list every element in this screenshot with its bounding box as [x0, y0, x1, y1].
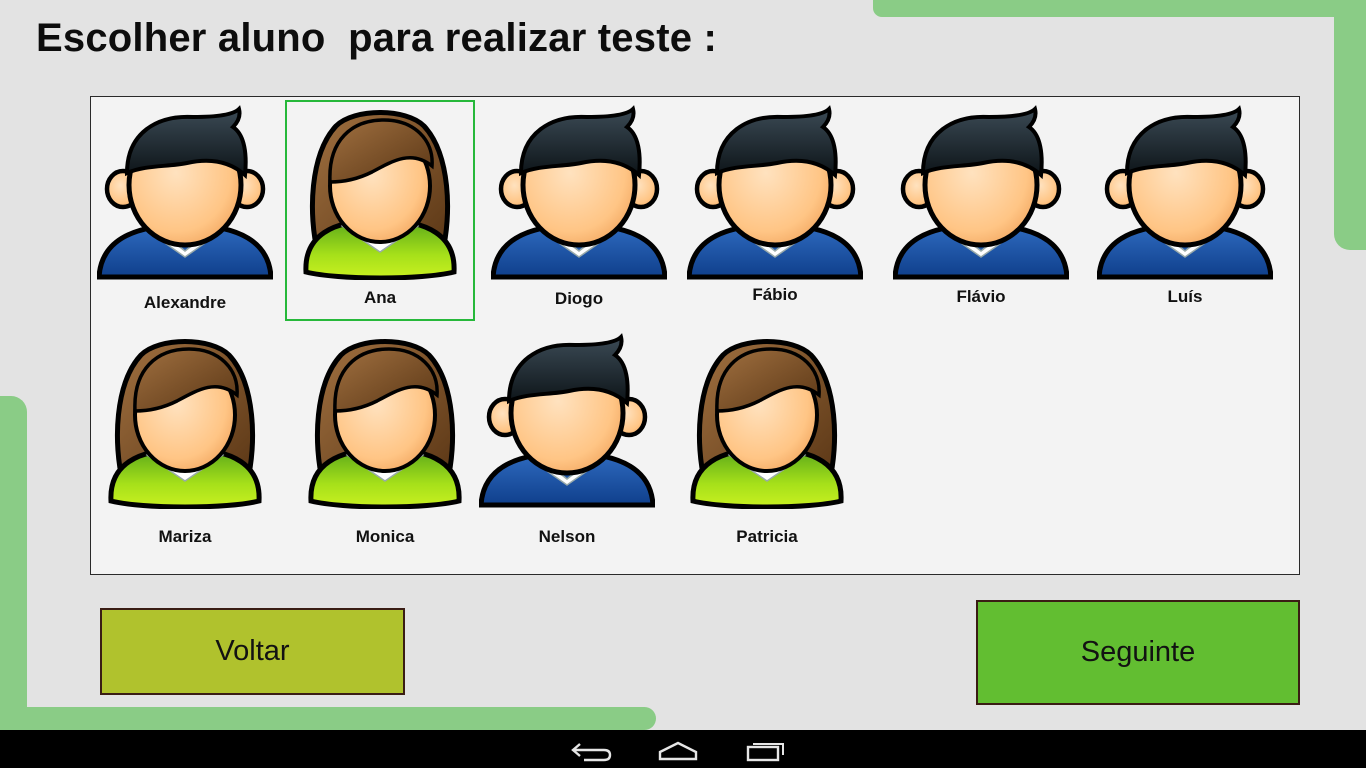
student-name: Fábio [752, 285, 798, 304]
frame-accent-left [0, 396, 27, 730]
page-title: Escolher aluno para realizar teste : [36, 16, 717, 60]
girl-avatar-icon [689, 333, 845, 509]
back-icon[interactable] [570, 740, 614, 762]
student-name: Mariza [158, 527, 212, 546]
student-name: Monica [355, 527, 415, 546]
student-card-nelson[interactable]: Nelson [477, 333, 657, 555]
girl-avatar-icon [307, 333, 463, 509]
student-name: Ana [363, 288, 397, 307]
student-name: Diogo [554, 289, 604, 308]
frame-accent-right [1334, 0, 1366, 250]
boy-avatar-icon [1097, 105, 1273, 281]
recent-apps-icon[interactable] [744, 740, 788, 762]
student-card-patricia[interactable]: Patricia [687, 333, 847, 555]
student-card-mariza[interactable]: Mariza [105, 333, 265, 555]
boy-avatar-icon [893, 105, 1069, 281]
girl-avatar-icon [298, 104, 462, 280]
student-card-flavio[interactable]: Flávio [891, 105, 1071, 317]
student-card-fabio[interactable]: Fábio [685, 105, 865, 317]
student-name: Nelson [538, 527, 596, 546]
boy-avatar-icon [97, 105, 273, 281]
boy-avatar-icon [479, 333, 655, 509]
student-name: Alexandre [143, 293, 227, 312]
girl-avatar-icon [107, 333, 263, 509]
next-button[interactable]: Seguinte [976, 600, 1300, 705]
boy-avatar-icon [491, 105, 667, 281]
student-name: Luís [1167, 287, 1203, 306]
student-card-monica[interactable]: Monica [305, 333, 465, 555]
frame-accent-bottom [0, 707, 656, 730]
student-card-diogo[interactable]: Diogo [489, 105, 669, 317]
student-card-alexandre[interactable]: Alexandre [95, 105, 275, 317]
system-navigation-bar [0, 730, 1366, 768]
student-grid: Alexandre Ana Diogo Fábio Flávio Luís Ma… [90, 96, 1300, 575]
frame-accent-top [873, 0, 1366, 17]
home-icon[interactable] [656, 740, 700, 762]
student-card-ana[interactable]: Ana [285, 100, 475, 321]
boy-avatar-icon [687, 105, 863, 281]
student-name: Flávio [956, 287, 1006, 306]
back-button[interactable]: Voltar [100, 608, 405, 695]
student-card-luis[interactable]: Luís [1095, 105, 1275, 317]
student-name: Patricia [736, 527, 798, 546]
